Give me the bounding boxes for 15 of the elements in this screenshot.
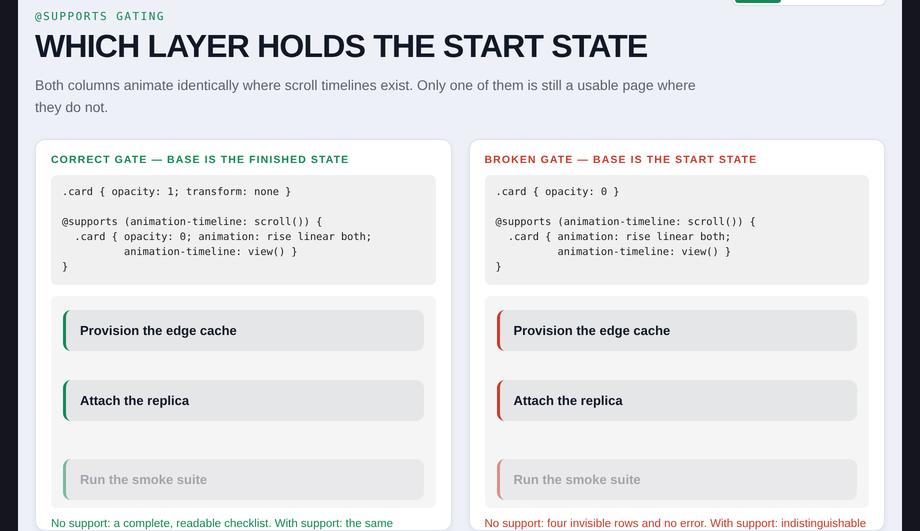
checklist-row: Provision the edge cache (496, 310, 857, 351)
card-heading: CORRECT GATE — BASE IS THE FINISHED STATE (51, 154, 350, 166)
checklist-row: Attach the replica (496, 380, 857, 421)
caption: No support: a complete, readable checklist. With support: the same (51, 518, 394, 530)
checklist-row: Provision the edge cache (63, 310, 424, 351)
page-title: WHICH LAYER HOLDS THE START STATE (35, 28, 648, 65)
checklist-row: Run the smoke suite (63, 459, 424, 500)
caption: No support: four invisible rows and no error. With support: indistinguishable (484, 518, 868, 530)
intro-text: Both columns animate identically where scroll timelines exist. Only one of them is still a usable page where they do not. (35, 76, 697, 117)
checklist-row: Attach the replica (63, 380, 424, 421)
code-block: .card { opacity: 0 } @supports (animation-timeline: scroll()) { .card { animation: rise linear both; animation-timeline: view() } } (484, 175, 869, 285)
card-heading: BROKEN GATE — BASE IS THE START STATE (484, 154, 758, 166)
checklist-row: Run the smoke suite (496, 459, 857, 500)
eyebrow-label: @SUPPORTS GATING (35, 10, 166, 23)
code-block: .card { opacity: 1; transform: none } @supports (animation-timeline: scroll()) { .card { opacity: 0; animation: rise linear both; animation-timeline: view() } } (51, 175, 436, 285)
